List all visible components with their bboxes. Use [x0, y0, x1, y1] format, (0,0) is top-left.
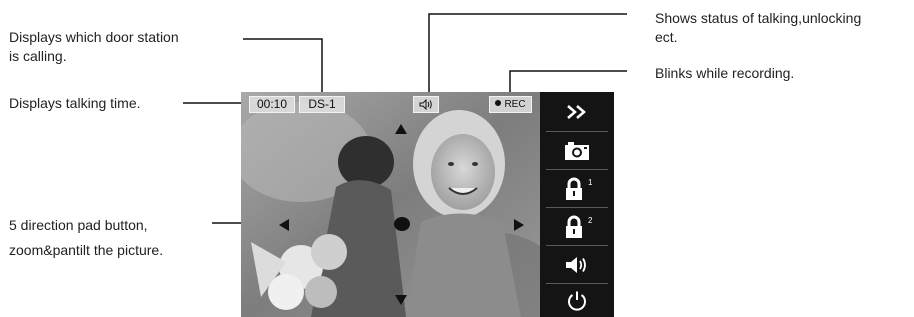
recording-indicator: REC	[489, 96, 532, 113]
record-dot-icon	[495, 100, 502, 106]
callout-status: Shows status of talking,unlocking ect.	[655, 10, 862, 45]
rec-label: REC	[504, 99, 526, 110]
menu-next-button[interactable]	[546, 93, 608, 131]
center-dot-icon[interactable]	[394, 217, 410, 231]
menu-unlock-1-button[interactable]: 1	[546, 169, 608, 208]
camera-video-feed	[241, 92, 540, 317]
speaker-talk-icon	[413, 96, 439, 113]
lock-1-badge: 1	[588, 178, 593, 187]
callout-talking-time: Displays talking time.	[9, 95, 141, 111]
talking-time-display: 00:10	[249, 96, 295, 113]
lock-2-badge: 2	[588, 216, 593, 225]
arrow-right-icon[interactable]	[514, 219, 524, 231]
lock-icon	[566, 215, 582, 238]
arrow-up-icon[interactable]	[395, 124, 407, 134]
callout-direction-pad: 5 direction pad button, zoom&pantilt the…	[9, 217, 164, 258]
callout-door-station: Displays which door station is calling.	[9, 29, 179, 64]
menu-snapshot-button[interactable]	[546, 131, 608, 170]
side-menu: 1 2	[540, 92, 614, 317]
arrow-left-icon[interactable]	[279, 219, 289, 231]
speaker-icon	[566, 257, 586, 273]
menu-volume-button[interactable]	[546, 245, 608, 284]
arrow-down-icon[interactable]	[395, 295, 407, 305]
lock-icon	[566, 177, 582, 200]
camera-icon	[565, 142, 589, 160]
power-icon	[568, 291, 586, 311]
menu-power-button[interactable]	[546, 283, 608, 317]
menu-unlock-2-button[interactable]: 2	[546, 207, 608, 246]
monitor-screen: 00:10 DS-1 REC 1 2	[241, 92, 614, 317]
double-chevron-right-icon	[567, 105, 586, 119]
door-station-display: DS-1	[299, 96, 345, 113]
callout-recording: Blinks while recording.	[655, 65, 795, 81]
